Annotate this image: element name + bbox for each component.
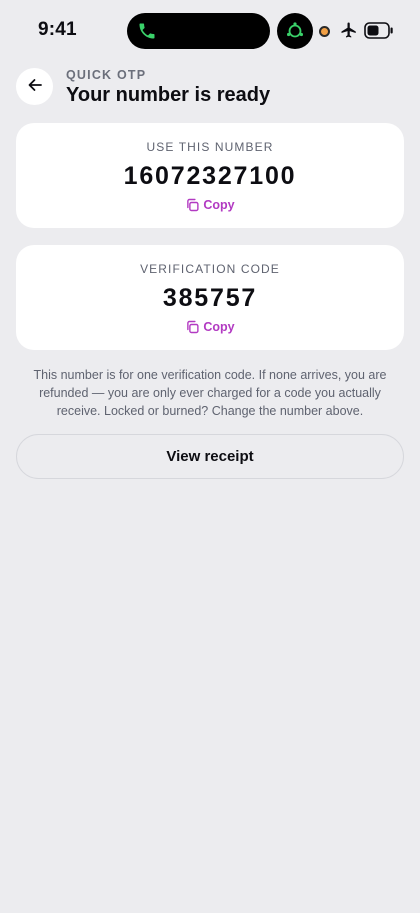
- copy-number-button[interactable]: Copy: [185, 198, 235, 212]
- page-title: Your number is ready: [66, 84, 271, 106]
- phone-call-icon: [137, 21, 157, 41]
- copy-icon: [185, 198, 199, 212]
- status-time: 9:41: [38, 19, 77, 40]
- copy-code-button[interactable]: Copy: [185, 320, 235, 334]
- refund-note: This number is for one verification code…: [33, 368, 387, 418]
- phone-number-card: USE THIS NUMBER 16072327100 Copy: [16, 123, 404, 228]
- battery-icon: [364, 22, 394, 44]
- dynamic-island[interactable]: [127, 13, 270, 49]
- phone-number-label: USE THIS NUMBER: [146, 140, 274, 154]
- verification-code-card: VERIFICATION CODE 385757 Copy: [16, 245, 404, 350]
- recording-dot-icon: [319, 26, 330, 37]
- phone-number-value: 16072327100: [123, 162, 297, 190]
- camera-indicator: [277, 13, 313, 49]
- arrow-left-icon: [27, 77, 43, 96]
- page-eyebrow: QUICK OTP: [66, 68, 147, 82]
- camera-icon: [287, 22, 303, 38]
- copy-code-label: Copy: [203, 320, 235, 334]
- back-button[interactable]: [16, 68, 53, 105]
- verification-code-value: 385757: [162, 284, 258, 312]
- copy-number-label: Copy: [203, 198, 235, 212]
- copy-icon: [185, 320, 199, 334]
- view-receipt-button[interactable]: View receipt: [16, 434, 404, 479]
- airplane-icon: [340, 21, 358, 44]
- verification-code-label: VERIFICATION CODE: [140, 262, 280, 276]
- status-bar: 9:41: [0, 0, 420, 60]
